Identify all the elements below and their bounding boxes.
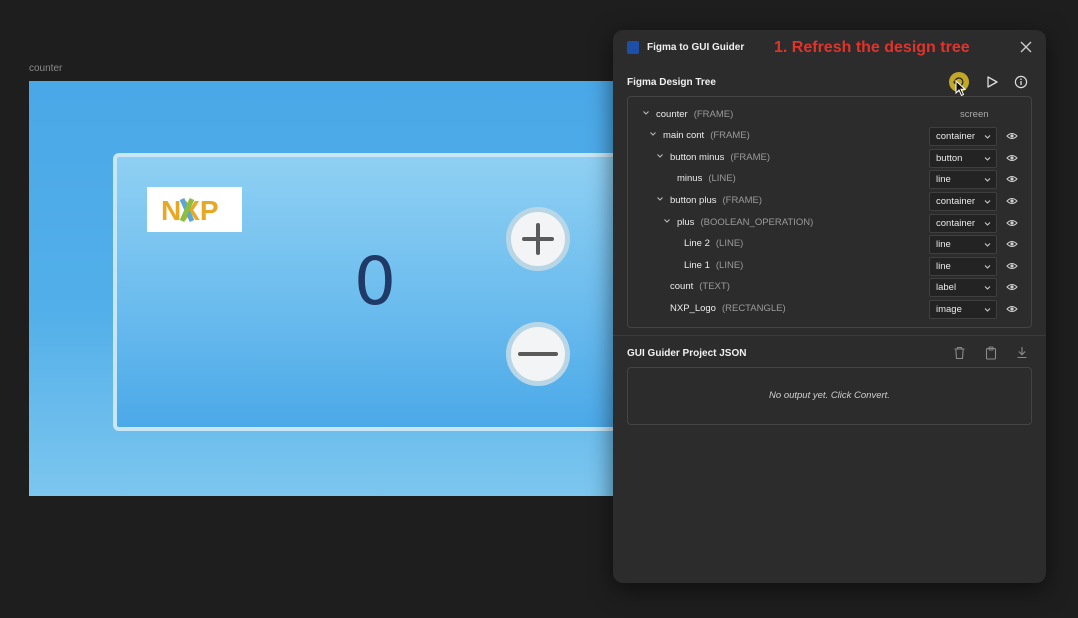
tree-row-counter[interactable]: counter (FRAME) screen [628, 105, 1031, 125]
minus-icon [518, 352, 558, 356]
eye-icon[interactable] [1006, 218, 1018, 228]
close-icon[interactable] [1020, 41, 1032, 53]
plus-button[interactable] [506, 207, 570, 271]
chevron-down-icon[interactable] [649, 130, 657, 138]
mouse-cursor-icon [955, 80, 967, 97]
node-name: plus [677, 217, 695, 228]
chevron-down-icon [984, 286, 991, 290]
type-select[interactable]: image [929, 300, 997, 319]
chevron-down-icon[interactable] [656, 152, 664, 160]
type-select[interactable]: line [929, 257, 997, 276]
screen-tag: screen [960, 109, 989, 120]
eye-icon[interactable] [1006, 239, 1018, 249]
eye-icon[interactable] [1006, 282, 1018, 292]
node-type: (LINE) [715, 238, 744, 249]
eye-icon[interactable] [1006, 153, 1018, 163]
tree-row-line-1[interactable]: Line 1 (LINE) line [628, 256, 1031, 276]
node-name: minus [677, 173, 703, 184]
type-select[interactable]: container [929, 127, 997, 146]
project-json-title: GUI Guider Project JSON [627, 348, 747, 359]
trash-icon[interactable] [953, 346, 966, 360]
panel-titlebar: Figma to GUI Guider 1. Refresh the desig… [613, 30, 1046, 64]
node-type: (FRAME) [730, 152, 770, 163]
tree-row-plus[interactable]: plus (BOOLEAN_OPERATION) container [628, 213, 1031, 233]
node-type: (FRAME) [693, 109, 734, 120]
node-name: button minus [670, 152, 725, 163]
node-type: (BOOLEAN_OPERATION) [700, 217, 814, 228]
node-type: (LINE) [708, 173, 736, 184]
tree-row-minus[interactable]: minus (LINE) line [628, 169, 1031, 189]
chevron-down-icon [984, 135, 991, 139]
node-type: (LINE) [715, 260, 744, 271]
minus-button[interactable] [506, 322, 570, 386]
chevron-down-icon[interactable] [656, 195, 664, 203]
frame-label: counter [29, 63, 63, 74]
output-placeholder: No output yet. Click Convert. [769, 390, 890, 401]
main-container[interactable]: NXP 0 [113, 153, 629, 431]
tree-row-button-plus[interactable]: button plus (FRAME) container [628, 191, 1031, 211]
type-select[interactable]: label [929, 278, 997, 297]
plus-icon [522, 223, 554, 255]
type-select[interactable]: line [929, 235, 997, 254]
type-select[interactable]: line [929, 170, 997, 189]
chevron-down-icon [984, 243, 991, 247]
type-select[interactable]: container [929, 214, 997, 233]
plugin-icon [627, 41, 639, 54]
chevron-down-icon [984, 222, 991, 226]
tree-row-main-cont[interactable]: main cont (FRAME) container [628, 126, 1031, 146]
chevron-down-icon [984, 157, 991, 161]
play-icon[interactable] [985, 75, 999, 89]
design-tree-title: Figma Design Tree [627, 77, 716, 88]
node-name: counter [656, 109, 688, 120]
chevron-down-icon[interactable] [642, 109, 650, 117]
counter-frame[interactable]: NXP 0 [29, 81, 629, 496]
chevron-down-icon [984, 178, 991, 182]
json-output-box[interactable]: No output yet. Click Convert. [627, 367, 1032, 425]
node-name: count [670, 281, 694, 292]
download-icon[interactable] [1016, 346, 1028, 359]
node-name: button plus [670, 195, 717, 206]
node-type: (FRAME) [710, 130, 750, 141]
node-type: (FRAME) [722, 195, 763, 206]
tree-row-line-2[interactable]: Line 2 (LINE) line [628, 234, 1031, 254]
chevron-down-icon [984, 200, 991, 204]
tree-row-count[interactable]: count (TEXT) label [628, 277, 1031, 297]
node-name: NXP_Logo [670, 303, 716, 314]
nxp-logo: NXP [147, 187, 242, 232]
eye-icon[interactable] [1006, 196, 1018, 206]
section-divider [613, 335, 1046, 336]
clipboard-icon[interactable] [985, 346, 997, 360]
type-select[interactable]: container [929, 192, 997, 211]
node-name: Line 2 [684, 238, 710, 249]
node-type: (RECTANGLE) [721, 303, 786, 314]
node-name: Line 1 [684, 260, 710, 271]
eye-icon[interactable] [1006, 174, 1018, 184]
plugin-title: Figma to GUI Guider [647, 42, 745, 53]
chevron-down-icon [984, 265, 991, 269]
node-name: main cont [663, 130, 705, 141]
eye-icon[interactable] [1006, 261, 1018, 271]
chevron-down-icon [984, 308, 991, 312]
count-label: 0 [354, 243, 396, 320]
node-type: (TEXT) [699, 281, 730, 292]
eye-icon[interactable] [1006, 304, 1018, 314]
info-icon[interactable] [1014, 75, 1028, 89]
chevron-down-icon[interactable] [663, 217, 671, 225]
design-tree: counter (FRAME) screen main cont (FRAME) c… [627, 96, 1032, 328]
step-hint: 1. Refresh the design tree [774, 39, 970, 56]
tree-row-button-minus[interactable]: button minus (FRAME) button [628, 148, 1031, 168]
plugin-panel: Figma to GUI Guider 1. Refresh the desig… [613, 30, 1046, 583]
type-select[interactable]: button [929, 149, 997, 168]
eye-icon[interactable] [1006, 131, 1018, 141]
tree-row-nxp-logo[interactable]: NXP_Logo (RECTANGLE) image [628, 299, 1031, 319]
